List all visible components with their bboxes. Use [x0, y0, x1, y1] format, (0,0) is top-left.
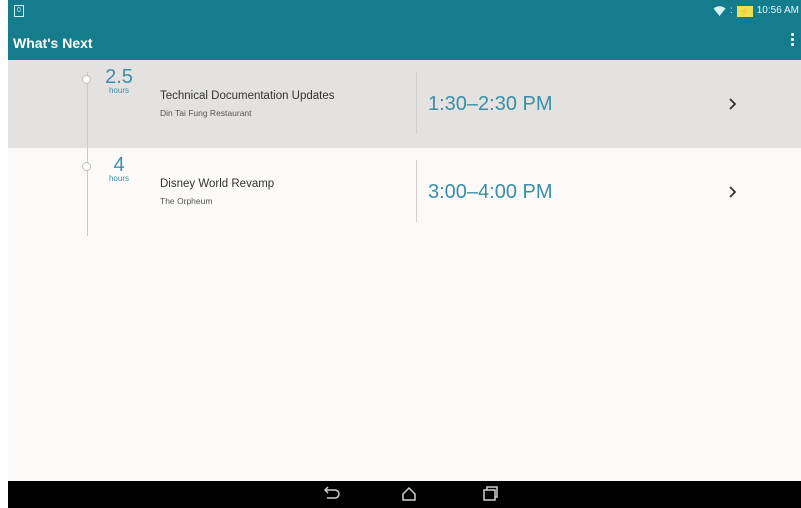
event-title: Technical Documentation Updates: [160, 90, 335, 102]
app-frame: 0 : ⚡ 10:56 AM What's Next 2.5 hours Tec…: [8, 0, 801, 508]
navigation-bar: [8, 481, 801, 508]
event-duration: 2.5 hours: [104, 66, 134, 95]
event-duration: 4 hours: [104, 154, 134, 183]
row-divider: [416, 72, 417, 134]
recent-apps-icon[interactable]: [480, 485, 500, 503]
chevron-right-icon[interactable]: [727, 97, 737, 111]
chevron-right-icon[interactable]: [727, 185, 737, 199]
event-row[interactable]: 4 hours Disney World Revamp The Orpheum …: [8, 148, 801, 234]
row-divider: [416, 160, 417, 222]
app-bar: What's Next: [8, 24, 801, 60]
duration-value: 4: [113, 154, 125, 176]
overflow-menu-icon[interactable]: [789, 33, 795, 51]
event-time: 1:30–2:30 PM: [428, 93, 553, 115]
event-time: 3:00–4:00 PM: [428, 181, 553, 203]
battery-icon: ⚡: [736, 5, 753, 17]
wifi-icon: [713, 6, 726, 16]
status-icons: : ⚡ 10:56 AM: [713, 5, 799, 17]
home-icon[interactable]: [399, 485, 419, 503]
timeline-dot: [82, 75, 91, 84]
duration-unit: hours: [108, 174, 129, 183]
status-clock: 10:56 AM: [756, 5, 799, 16]
event-location: The Orpheum: [160, 196, 213, 206]
sim-card-icon: 0: [14, 5, 24, 17]
event-row[interactable]: 2.5 hours Technical Documentation Update…: [8, 60, 801, 148]
page-title: What's Next: [13, 35, 93, 51]
timeline-line: [87, 72, 88, 236]
event-location: Din Tai Fung Restaurant: [160, 108, 252, 118]
duration-value: 2.5: [105, 66, 133, 88]
signal-indicator: :: [729, 5, 733, 16]
status-bar: 0 : ⚡ 10:56 AM: [8, 0, 801, 24]
timeline-dot: [82, 162, 91, 171]
event-title: Disney World Revamp: [160, 178, 275, 190]
back-icon[interactable]: [320, 485, 340, 503]
